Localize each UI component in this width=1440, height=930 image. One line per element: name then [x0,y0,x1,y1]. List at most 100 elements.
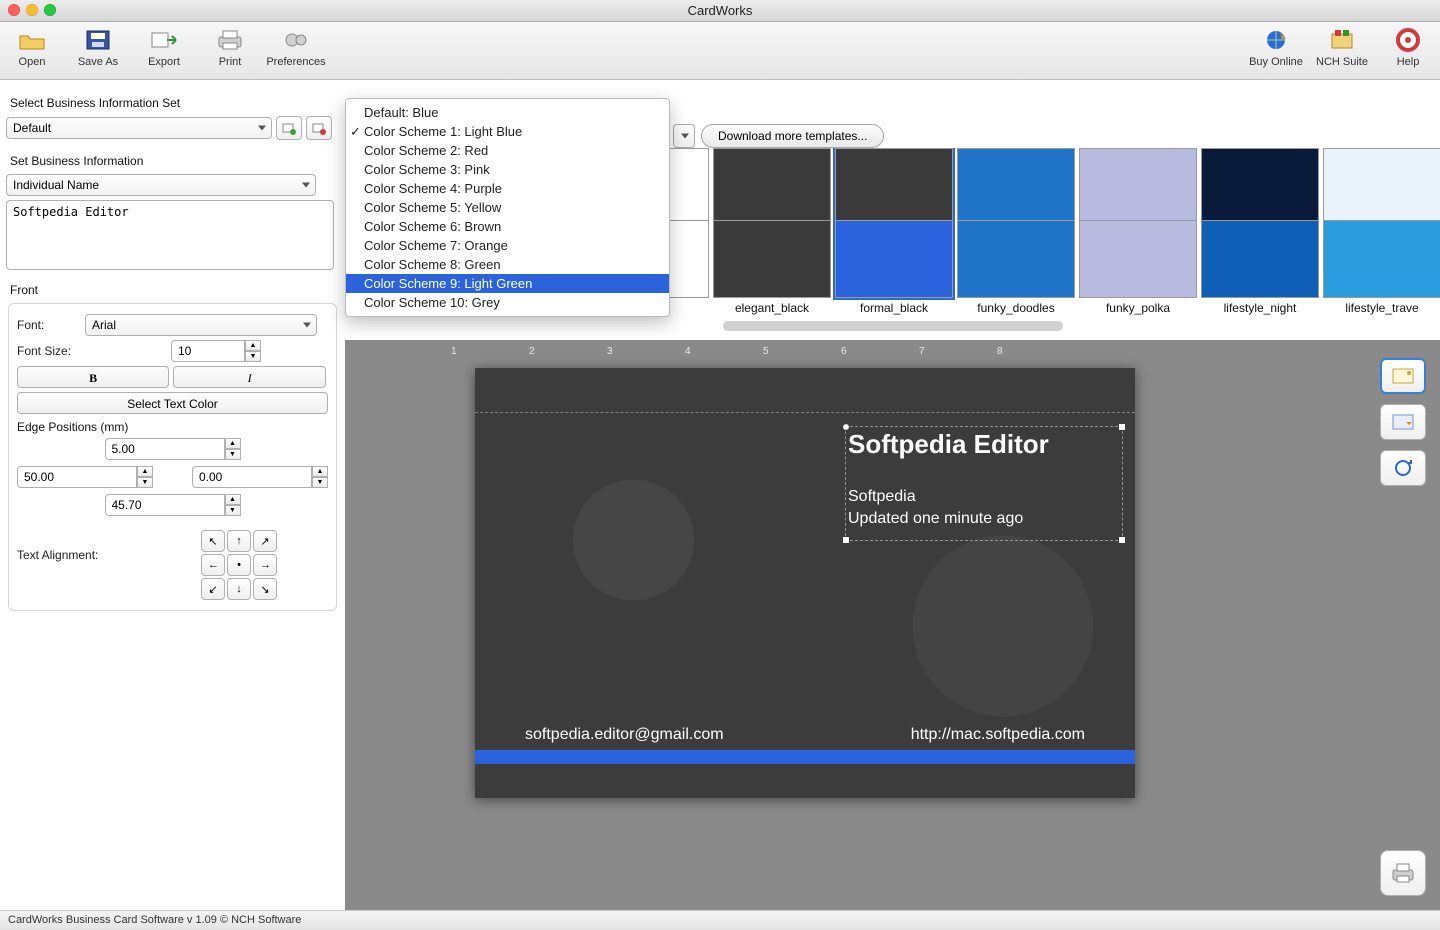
bold-toggle[interactable]: B [17,366,169,388]
font-size-stepper[interactable]: ▲▼ [171,340,261,362]
align-mc[interactable]: • [227,554,251,576]
select-text-color-button[interactable]: Select Text Color [17,392,328,414]
business-set-select[interactable]: Default [6,117,272,139]
text-alignment-label: Text Alignment: [17,530,197,562]
template-caption: funky_polka [1079,301,1197,315]
card-title-text: Softpedia Editor [848,429,1120,460]
color-scheme-option[interactable]: Color Scheme 10: Grey [346,293,669,312]
align-bl[interactable]: ↙ [201,578,225,600]
edge-right-down[interactable]: ▼ [312,477,328,488]
export-button[interactable]: Export [138,26,190,68]
italic-toggle[interactable]: I [173,366,325,388]
template-lifestyle-travel[interactable]: lifestyle_trave [1323,148,1440,315]
edge-top-down[interactable]: ▼ [225,449,241,460]
color-scheme-option[interactable]: Color Scheme 2: Red [346,141,669,160]
edge-left-down[interactable]: ▼ [137,477,153,488]
tool-view-front[interactable] [1380,358,1426,394]
edge-left-input[interactable] [17,466,137,488]
font-label: Font: [17,318,81,332]
main-toolbar: Open Save As Export Print Preferences Buy On… [0,22,1440,80]
ruler-mark: 5 [763,346,769,357]
front-section-label: Front [10,283,339,297]
align-bc[interactable]: ↓ [227,578,251,600]
edge-bottom-up[interactable]: ▲ [225,494,241,505]
color-scheme-option[interactable]: Color Scheme 6: Brown [346,217,669,236]
side-tools [1380,358,1426,486]
ruler-mark: 2 [529,346,535,357]
print-preview-button[interactable] [1380,850,1426,896]
print-icon [214,26,246,54]
template-funky-doodles[interactable]: funky_doodles [957,148,1075,315]
card-email-text: softpedia.editor@gmail.com [525,726,724,744]
print-button[interactable]: Print [204,26,256,68]
color-scheme-option[interactable]: Color Scheme 7: Orange [346,236,669,255]
color-scheme-option[interactable]: Color Scheme 8: Green [346,255,669,274]
font-size-down[interactable]: ▼ [245,351,261,362]
template-caption: lifestyle_night [1201,301,1319,315]
save-as-button[interactable]: Save As [72,26,124,68]
edge-right-up[interactable]: ▲ [312,466,328,477]
template-caption: formal_black [835,301,953,315]
template-thumbnail [1079,148,1197,298]
template-scrollbar[interactable] [723,321,1063,331]
color-scheme-dropdown[interactable]: Default: BlueColor Scheme 1: Light BlueC… [345,98,670,317]
edge-bottom-input[interactable] [105,494,225,516]
delete-set-button[interactable] [306,116,332,140]
toolbar-label: Save As [78,56,118,68]
edge-bottom-down[interactable]: ▼ [225,505,241,516]
status-bar: CardWorks Business Card Software v 1.09 … [0,910,1440,930]
toolbar-label: Help [1397,56,1420,68]
preferences-button[interactable]: Preferences [270,26,322,68]
tool-rotate[interactable] [1380,450,1426,486]
ruler-horizontal: 12345678 [451,346,1400,364]
font-select[interactable]: Arial [85,314,317,336]
align-tl[interactable]: ↖ [201,530,225,552]
card-preview[interactable]: Softpedia Editor Softpedia Updated one m… [475,368,1135,798]
field-select[interactable]: Individual Name [6,174,316,196]
align-ml[interactable]: ← [201,554,225,576]
color-scheme-select[interactable] [673,124,695,148]
card-title-textbox[interactable]: Softpedia Editor Softpedia Updated one m… [845,426,1123,541]
window-titlebar: CardWorks [0,0,1440,22]
add-set-button[interactable] [276,116,302,140]
right-panel: Download more templates... Default: Blue… [345,80,1440,910]
toolbar-label: Open [19,56,46,68]
color-scheme-option[interactable]: Color Scheme 3: Pink [346,160,669,179]
buy-online-button[interactable]: Buy Online [1250,26,1302,68]
open-button[interactable]: Open [6,26,58,68]
color-scheme-option[interactable]: Color Scheme 9: Light Green [346,274,669,293]
color-scheme-option[interactable]: Color Scheme 4: Purple [346,179,669,198]
template-funky-polka[interactable]: funky_polka [1079,148,1197,315]
card-accent-bar [475,750,1135,764]
edge-top-input[interactable] [105,438,225,460]
color-scheme-option[interactable]: Color Scheme 1: Light Blue [346,122,669,141]
template-formal-black[interactable]: formal_black [835,148,953,315]
help-icon [1392,26,1424,54]
template-thumbnail [713,148,831,298]
ruler-mark: 3 [607,346,613,357]
align-mr[interactable]: → [253,554,277,576]
download-templates-button[interactable]: Download more templates... [701,124,884,148]
align-br[interactable]: ↘ [253,578,277,600]
canvas-area: 12345678 Softpedia Editor Softpedia Upda… [345,340,1440,910]
printer-icon [1390,862,1416,884]
card-subtitle-2: Updated one minute ago [848,508,1120,530]
align-tr[interactable]: ↗ [253,530,277,552]
font-size-up[interactable]: ▲ [245,340,261,351]
help-button[interactable]: Help [1382,26,1434,68]
edge-top-up[interactable]: ▲ [225,438,241,449]
export-icon [148,26,180,54]
font-size-input[interactable] [171,340,245,362]
field-text-input[interactable] [6,200,334,270]
tool-view-back[interactable] [1380,404,1426,440]
align-tc[interactable]: ↑ [227,530,251,552]
template-elegant-black[interactable]: elegant_black [713,148,831,315]
color-scheme-option[interactable]: Default: Blue [346,103,669,122]
template-lifestyle-night[interactable]: lifestyle_night [1201,148,1319,315]
color-scheme-option[interactable]: Color Scheme 5: Yellow [346,198,669,217]
edge-left-up[interactable]: ▲ [137,466,153,477]
font-panel: Font: Arial Font Size: ▲▼ B I Select Tex… [8,303,337,611]
edge-right-input[interactable] [192,466,312,488]
edge-positions-label: Edge Positions (mm) [17,420,328,434]
nch-suite-button[interactable]: NCH Suite [1316,26,1368,68]
